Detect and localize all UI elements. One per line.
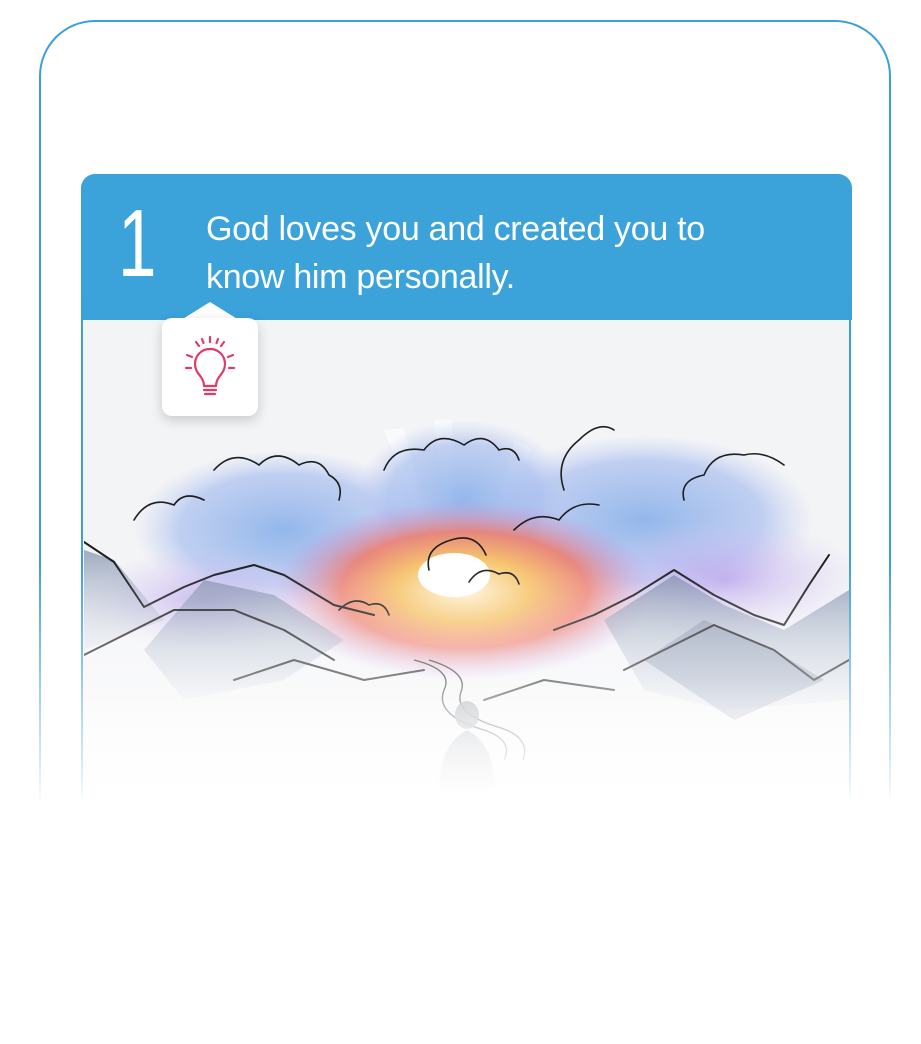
card-right-edge <box>849 296 851 816</box>
idea-badge <box>162 318 258 416</box>
card-left-edge <box>81 296 83 816</box>
step-number: 1 <box>118 190 156 297</box>
lightbulb-icon <box>184 335 236 396</box>
step-title: God loves you and created you to know hi… <box>206 210 705 296</box>
